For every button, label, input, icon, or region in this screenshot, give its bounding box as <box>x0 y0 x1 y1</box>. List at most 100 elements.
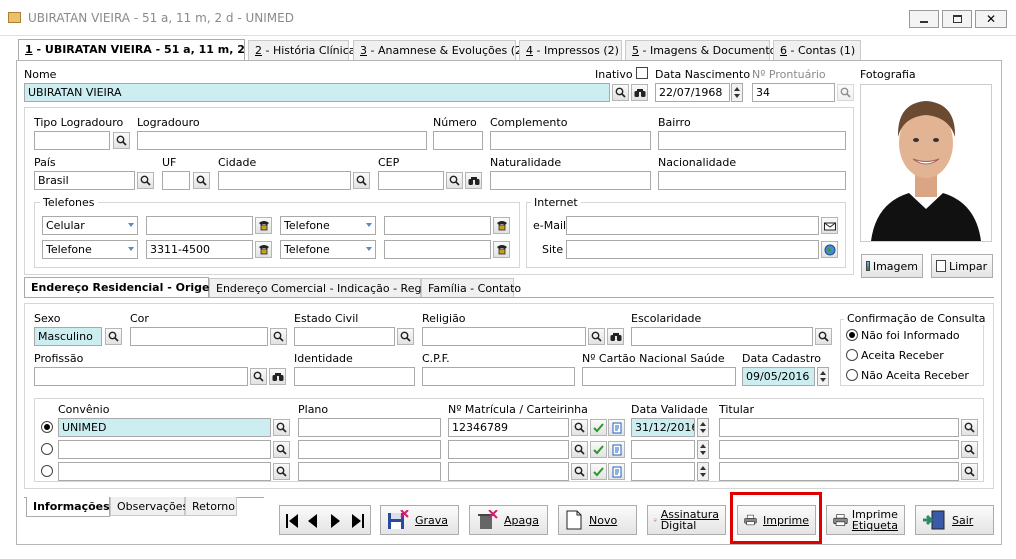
naturalidade-input[interactable] <box>490 171 651 190</box>
subtab-familia-contato[interactable]: Família - Contato <box>421 278 521 297</box>
profissao-search-button[interactable] <box>250 368 267 385</box>
bottomtab-observacoes[interactable]: Observações <box>110 497 188 516</box>
matricula-search-button-2[interactable] <box>571 441 588 458</box>
novo-button[interactable]: Novo <box>558 505 637 535</box>
subtab-endereco-comercial[interactable]: Endereço Comercial - Indicação - Registr… <box>209 278 446 297</box>
radio-nao-aceita-receber[interactable] <box>846 369 858 381</box>
cor-search-button[interactable] <box>270 328 287 345</box>
plano-input-3[interactable] <box>298 462 441 481</box>
religiao-input[interactable] <box>422 327 586 346</box>
uf-input[interactable] <box>162 171 190 190</box>
complemento-input[interactable] <box>490 131 651 150</box>
inativo-checkbox[interactable] <box>636 67 648 79</box>
matricula-card-button-1[interactable] <box>608 419 625 436</box>
validade-spinner-1[interactable] <box>697 418 709 437</box>
nascimento-input[interactable]: 22/07/1968 <box>655 83 730 102</box>
plano-input-1[interactable] <box>298 418 441 437</box>
nascimento-spinner[interactable] <box>731 83 743 102</box>
cep-input[interactable] <box>378 171 444 190</box>
apaga-button[interactable]: Apaga <box>469 505 548 535</box>
convenio-radio-2[interactable] <box>41 443 53 455</box>
convenio-search-button-2[interactable] <box>273 441 290 458</box>
escolaridade-search-button[interactable] <box>815 328 832 345</box>
convenio-search-button-3[interactable] <box>273 463 290 480</box>
titular-input-1[interactable] <box>719 418 959 437</box>
validade-input-3[interactable] <box>631 462 695 481</box>
matricula-input-3[interactable] <box>448 462 569 481</box>
escolaridade-input[interactable] <box>631 327 813 346</box>
estado-civil-search-button[interactable] <box>397 328 414 345</box>
convenio-radio-1[interactable] <box>41 421 53 433</box>
site-open-button[interactable] <box>821 241 838 258</box>
cep-binoculars-button[interactable] <box>465 172 482 189</box>
prontuario-search-button[interactable] <box>837 84 854 101</box>
grava-button[interactable]: Grava <box>380 505 459 535</box>
convenio-search-button-1[interactable] <box>273 419 290 436</box>
next-record-icon[interactable] <box>329 512 343 530</box>
titular-input-2[interactable] <box>719 440 959 459</box>
close-button[interactable]: ✕ <box>975 10 1007 28</box>
last-record-icon[interactable] <box>350 512 366 530</box>
sair-button[interactable]: Sair <box>915 505 994 535</box>
plano-input-2[interactable] <box>298 440 441 459</box>
limpar-button[interactable]: Limpar <box>931 254 993 278</box>
tab-contas[interactable]: 6 - Contas (1) <box>773 40 861 60</box>
matricula-validate-button-3[interactable] <box>590 463 607 480</box>
email-send-button[interactable] <box>821 217 838 234</box>
profissao-input[interactable] <box>34 367 248 386</box>
radio-aceita-receber[interactable] <box>846 349 858 361</box>
phone-dial-1-button[interactable] <box>255 217 272 234</box>
titular-search-button-3[interactable] <box>961 463 978 480</box>
cns-input[interactable] <box>582 367 736 386</box>
tab-impressos[interactable]: 4 - Impressos (2) <box>519 40 622 60</box>
bottomtab-informacoes[interactable]: Informações <box>26 497 110 517</box>
logradouro-input[interactable] <box>137 131 427 150</box>
tab-imagens-documentos[interactable]: 5 - Imagens & Documentos <box>625 40 782 60</box>
phone-dial-2-button[interactable] <box>493 217 510 234</box>
matricula-validate-button-2[interactable] <box>590 441 607 458</box>
estado-civil-input[interactable] <box>294 327 395 346</box>
nacionalidade-input[interactable] <box>658 171 846 190</box>
cadastro-input[interactable]: 09/05/2016 <box>742 367 815 386</box>
nome-input[interactable]: UBIRATAN VIEIRA <box>24 83 610 102</box>
imprime-etiqueta-button[interactable]: Imprime Etiqueta <box>826 505 905 535</box>
pais-input[interactable]: Brasil <box>34 171 135 190</box>
site-input[interactable] <box>566 240 819 259</box>
phone-dial-3-button[interactable] <box>255 241 272 258</box>
phone-type-2-select[interactable]: Telefone <box>280 216 376 235</box>
phone-number-4-input[interactable] <box>384 240 491 259</box>
bairro-input[interactable] <box>658 131 846 150</box>
imprime-button[interactable]: Imprime <box>737 505 816 535</box>
validade-spinner-2[interactable] <box>697 440 709 459</box>
phone-type-4-select[interactable]: Telefone <box>280 240 376 259</box>
nome-search-button[interactable] <box>612 84 629 101</box>
tipo-logradouro-input[interactable] <box>34 131 110 150</box>
convenio-input-3[interactable] <box>58 462 271 481</box>
phone-number-3-input[interactable]: 3311-4500 <box>146 240 253 259</box>
titular-search-button-2[interactable] <box>961 441 978 458</box>
validade-input-1[interactable]: 31/12/2016 <box>631 418 695 437</box>
tab-identificacao[interactable]: 1 - UBIRATAN VIEIRA - 51 a, 11 m, 2 d <box>18 39 257 61</box>
titular-search-button-1[interactable] <box>961 419 978 436</box>
matricula-search-button-3[interactable] <box>571 463 588 480</box>
first-record-icon[interactable] <box>284 512 300 530</box>
tab-historia-clinica[interactable]: 2 - História Clínica <box>248 40 356 60</box>
bottomtab-retorno[interactable]: Retorno <box>185 497 237 516</box>
cor-input[interactable] <box>130 327 268 346</box>
email-input[interactable] <box>566 216 819 235</box>
uf-search-button[interactable] <box>193 172 210 189</box>
identidade-input[interactable] <box>294 367 415 386</box>
imagem-button[interactable]: Imagem <box>861 254 923 278</box>
prev-record-icon[interactable] <box>305 512 319 530</box>
phone-type-1-select[interactable]: Celular <box>42 216 138 235</box>
radio-nao-informado[interactable] <box>846 329 858 341</box>
tab-anamnese[interactable]: 3 - Anamnese & Evoluções (2) <box>353 40 526 60</box>
prontuario-input[interactable]: 34 <box>752 83 835 102</box>
cidade-input[interactable] <box>218 171 351 190</box>
convenio-radio-3[interactable] <box>41 465 53 477</box>
matricula-input-1[interactable]: 12346789 <box>448 418 569 437</box>
cpf-input[interactable] <box>422 367 575 386</box>
titular-input-3[interactable] <box>719 462 959 481</box>
matricula-input-2[interactable] <box>448 440 569 459</box>
numero-input[interactable] <box>433 131 483 150</box>
